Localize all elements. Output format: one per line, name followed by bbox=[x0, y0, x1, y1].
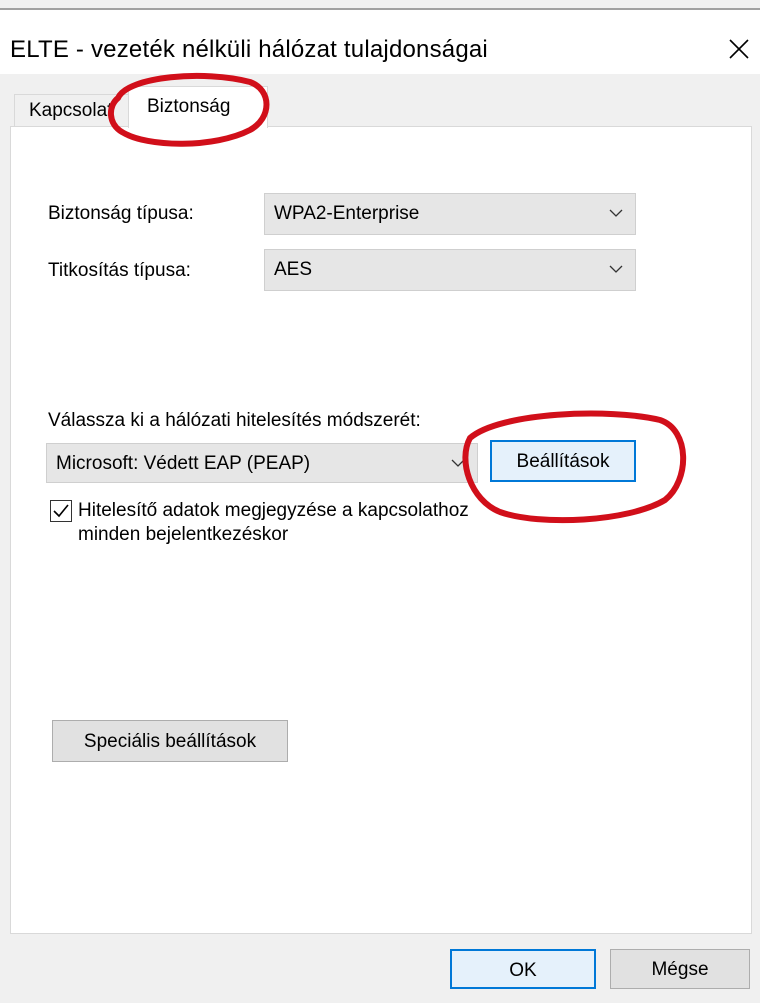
chevron-down-icon bbox=[609, 209, 623, 217]
window-title: ELTE - vezeték nélküli hálózat tulajdons… bbox=[10, 36, 488, 63]
security-type-value: WPA2-Enterprise bbox=[274, 203, 420, 224]
checkmark-icon bbox=[53, 504, 69, 518]
auth-method-label: Válassza ki a hálózati hitelesítés módsz… bbox=[48, 410, 421, 431]
close-button[interactable] bbox=[720, 28, 760, 72]
tab-security-label: Biztonság bbox=[147, 96, 231, 117]
auth-method-select[interactable]: Microsoft: Védett EAP (PEAP) bbox=[46, 443, 478, 483]
chevron-down-icon bbox=[609, 265, 623, 273]
cancel-label: Mégse bbox=[651, 959, 709, 980]
encryption-type-label: Titkosítás típusa: bbox=[48, 260, 191, 281]
encryption-type-value: AES bbox=[274, 259, 313, 280]
ok-label: OK bbox=[509, 960, 537, 981]
auth-settings-button[interactable]: Beállítások bbox=[490, 440, 636, 482]
title-bar: ELTE - vezeték nélküli hálózat tulajdons… bbox=[0, 10, 760, 74]
security-type-label: Biztonság típusa: bbox=[48, 203, 194, 224]
tab-connection[interactable]: Kapcsolat bbox=[14, 94, 130, 126]
auth-method-value: Microsoft: Védett EAP (PEAP) bbox=[56, 453, 311, 474]
properties-dialog: ELTE - vezeték nélküli hálózat tulajdons… bbox=[0, 0, 760, 1003]
auth-settings-label: Beállítások bbox=[516, 451, 610, 472]
remember-credentials-label-line2: minden bejelentkezéskor bbox=[78, 524, 289, 545]
security-type-select[interactable]: WPA2-Enterprise bbox=[264, 193, 636, 235]
encryption-type-select[interactable]: AES bbox=[264, 249, 636, 291]
tab-connection-label: Kapcsolat bbox=[29, 100, 113, 121]
advanced-settings-label: Speciális beállítások bbox=[83, 731, 257, 752]
remember-credentials-label: Hitelesítő adatok megjegyzése a kapcsola… bbox=[78, 500, 469, 521]
chevron-down-icon bbox=[451, 459, 465, 467]
close-icon bbox=[729, 39, 749, 59]
remember-credentials-checkbox[interactable] bbox=[50, 500, 72, 522]
ok-button[interactable]: OK bbox=[450, 949, 596, 989]
cancel-button[interactable]: Mégse bbox=[610, 949, 750, 989]
tab-security[interactable]: Biztonság bbox=[128, 86, 268, 128]
advanced-settings-button[interactable]: Speciális beállítások bbox=[52, 720, 288, 762]
